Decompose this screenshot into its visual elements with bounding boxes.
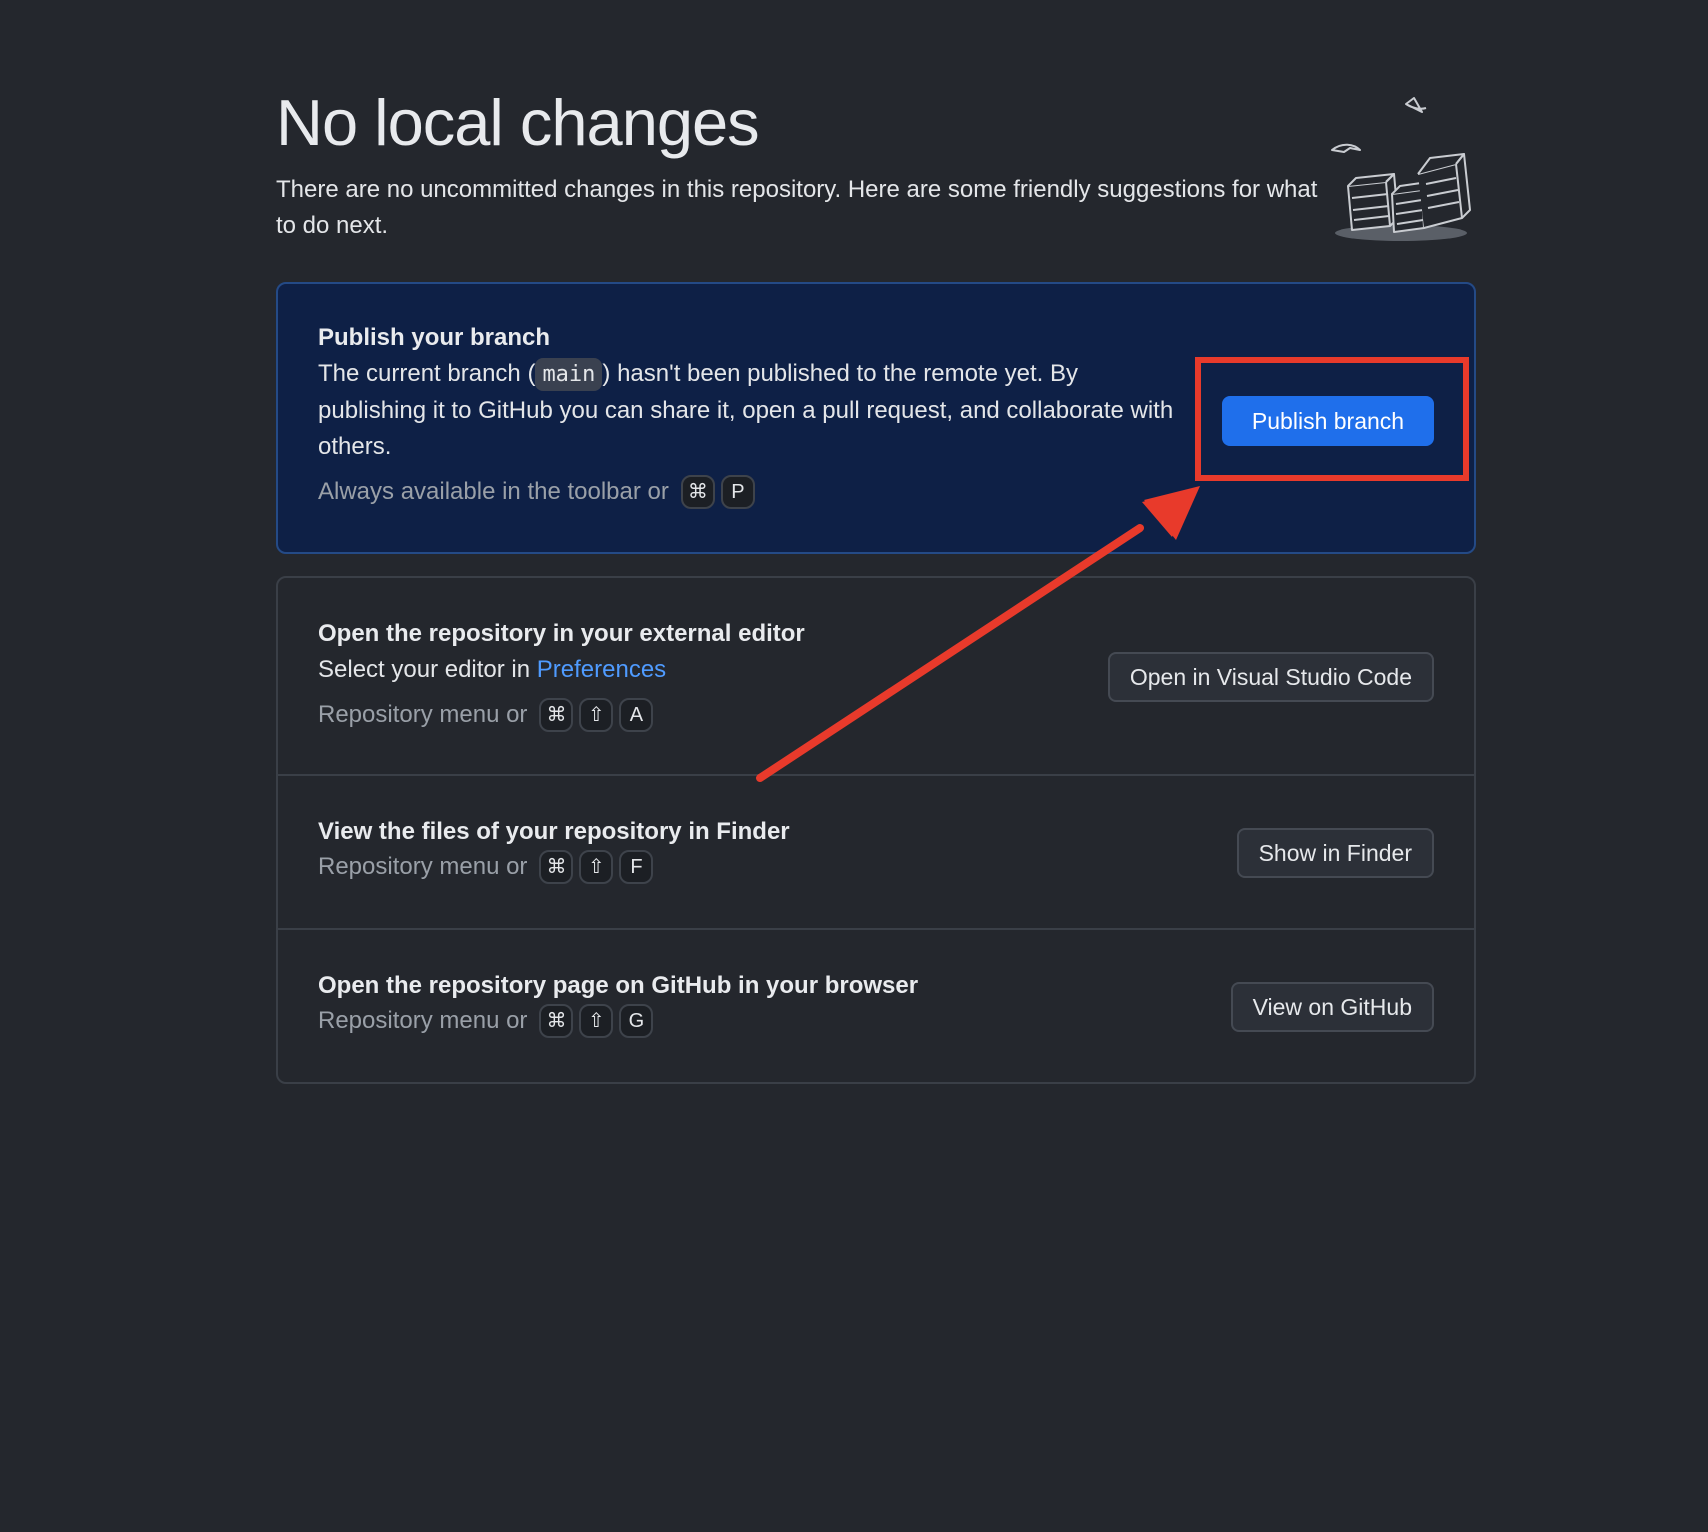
shortcut-hint-label: Repository menu or <box>318 853 528 880</box>
view-on-github-title: Open the repository page on GitHub in yo… <box>318 972 919 999</box>
publish-branch-title: Publish your branch <box>318 324 551 351</box>
no-changes-view: No local changes There are no uncommitte… <box>276 0 1476 1084</box>
paper-stack-illustration <box>1331 97 1471 241</box>
open-editor-body: Select your editor in <box>318 656 531 683</box>
command-key: ⌘ <box>539 698 574 732</box>
open-editor-row: Open the repository in your external edi… <box>278 578 1474 776</box>
shortcut-hint-label: Repository menu or <box>318 1007 528 1034</box>
publish-branch-text: Publish your branch The current branch (… <box>318 320 1188 509</box>
page-description: There are no uncommitted changes in this… <box>276 176 1318 239</box>
open-in-vscode-button[interactable]: Open in Visual Studio Code <box>1107 652 1434 702</box>
view-on-github-button[interactable]: View on GitHub <box>1230 982 1434 1032</box>
command-key: ⌘ <box>680 475 715 509</box>
show-in-finder-row: View the files of your repository in Fin… <box>278 776 1474 930</box>
g-key: G <box>619 1004 654 1038</box>
page-title: No local changes <box>276 86 760 159</box>
command-key: ⌘ <box>539 850 574 884</box>
show-in-finder-shortcut-hint: Repository menu or ⌘ ⇧ F <box>318 850 790 884</box>
a-key: A <box>619 698 654 732</box>
branch-name: main <box>535 358 603 391</box>
open-editor-description: Select your editor in Preferences <box>318 652 805 688</box>
shortcut-hint-label: Always available in the toolbar or <box>318 478 669 505</box>
show-in-finder-text: View the files of your repository in Fin… <box>318 814 790 884</box>
shift-key: ⇧ <box>579 1004 614 1038</box>
annotation-highlight-box <box>1195 357 1469 481</box>
show-in-finder-title: View the files of your repository in Fin… <box>318 818 790 845</box>
hero: No local changes There are no uncommitte… <box>276 0 1476 282</box>
shift-key: ⇧ <box>579 698 614 732</box>
view-on-github-text: Open the repository page on GitHub in yo… <box>318 968 918 1038</box>
open-editor-text: Open the repository in your external edi… <box>318 616 805 732</box>
shift-key: ⇧ <box>579 850 614 884</box>
view-on-github-row: Open the repository page on GitHub in yo… <box>278 930 1474 1082</box>
open-editor-shortcut-hint: Repository menu or ⌘ ⇧ A <box>318 698 805 732</box>
shortcut-hint-label: Repository menu or <box>318 701 528 728</box>
show-in-finder-button[interactable]: Show in Finder <box>1236 828 1434 878</box>
publish-body-start: The current branch ( <box>318 360 536 387</box>
f-key: F <box>619 850 654 884</box>
publish-shortcut-hint: Always available in the toolbar or ⌘ P <box>318 475 1188 509</box>
p-key: P <box>720 475 755 509</box>
command-key: ⌘ <box>539 1004 574 1038</box>
view-on-github-shortcut-hint: Repository menu or ⌘ ⇧ G <box>318 1004 918 1038</box>
open-editor-title: Open the repository in your external edi… <box>318 620 805 647</box>
publish-branch-description: The current branch (main) hasn't been pu… <box>318 356 1188 465</box>
suggestions-card: Open the repository in your external edi… <box>276 576 1476 1084</box>
preferences-link[interactable]: Preferences <box>537 656 666 683</box>
